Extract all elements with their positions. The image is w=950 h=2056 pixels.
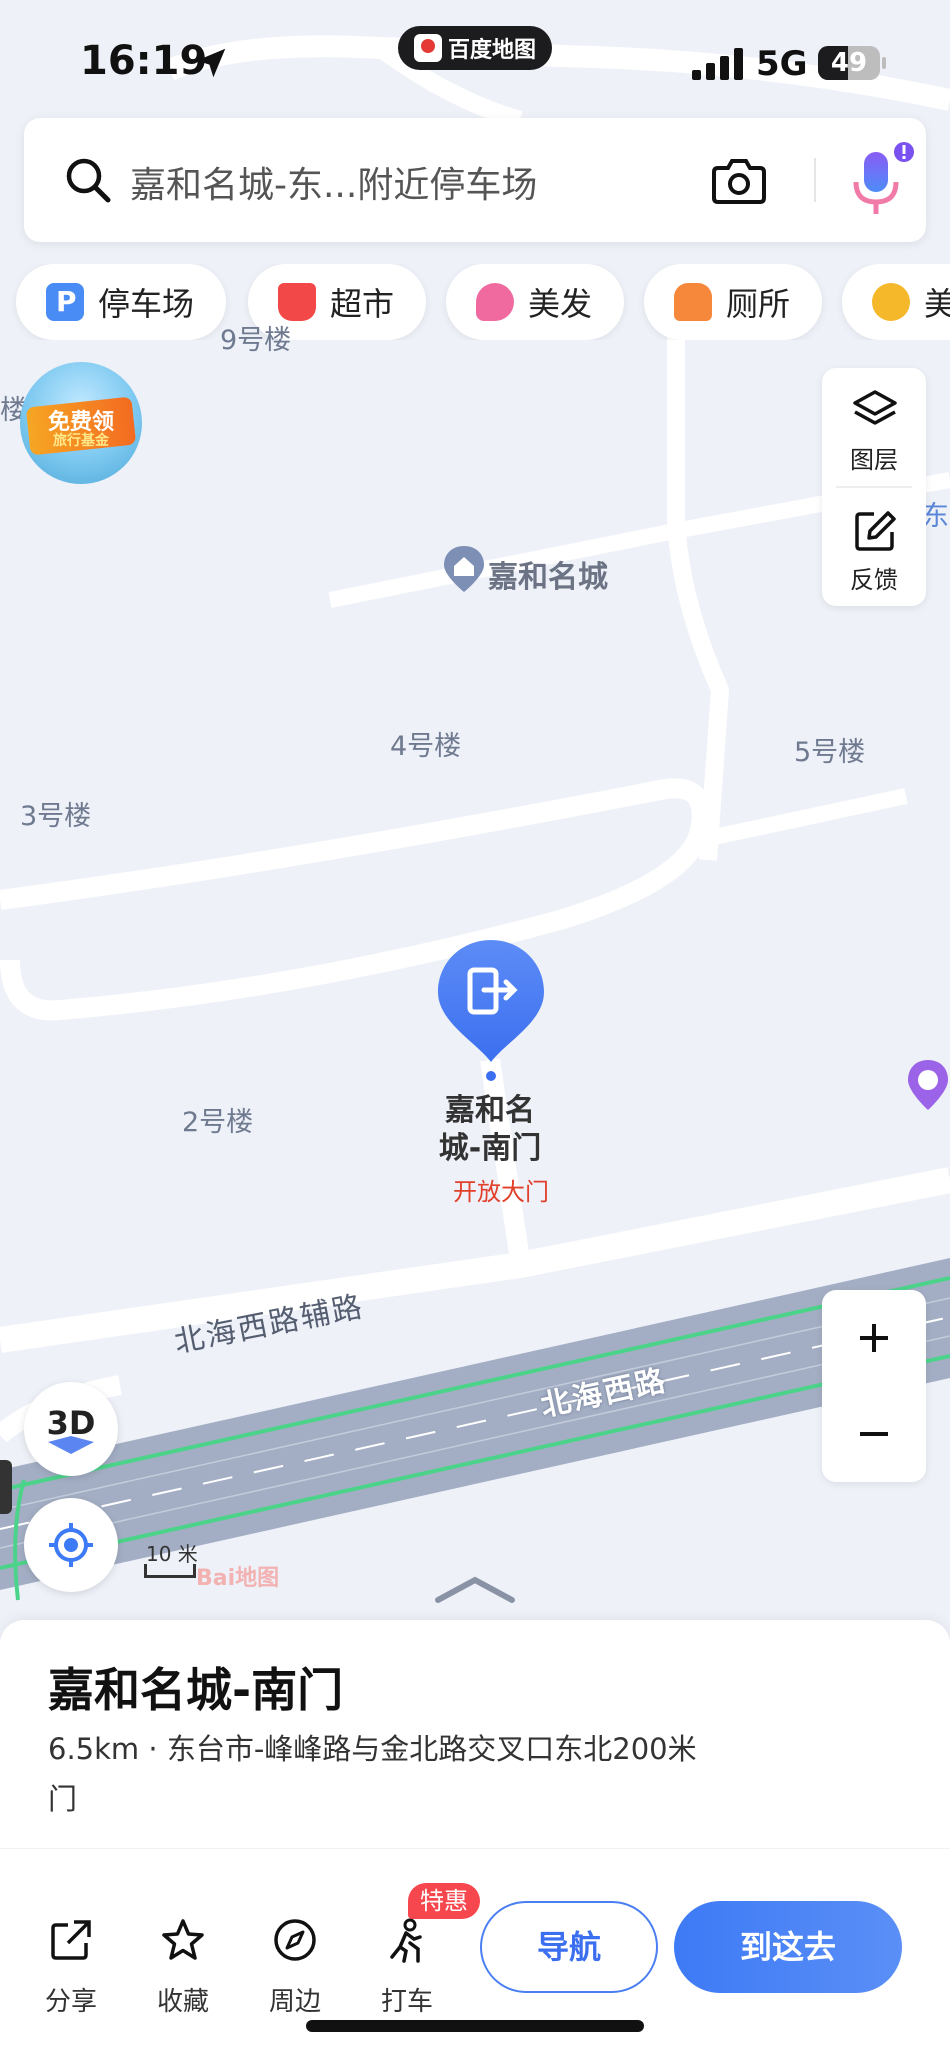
voice-assistant-icon[interactable]	[846, 140, 916, 222]
community-poi-label[interactable]: 嘉和名城	[488, 552, 608, 596]
taxi-icon	[390, 1918, 422, 1963]
taxi-discount-badge: 特惠	[408, 1883, 480, 1919]
building-label: 3号楼	[20, 801, 92, 832]
building-label: 4号楼	[390, 731, 462, 762]
gate-pin-icon[interactable]	[436, 938, 546, 1084]
food-icon	[872, 283, 910, 321]
nearby-label: 周边	[268, 1987, 321, 2017]
network-type: 5G	[756, 44, 808, 84]
traffic-light-icon	[0, 1460, 12, 1514]
search-bar[interactable]: 嘉和名城-东...附近停车场	[24, 118, 926, 242]
taxi-label: 打车	[380, 1987, 433, 2017]
chip-food[interactable]: 美	[842, 264, 950, 340]
address-line: 6.5km · 东台市-峰峰路与金北路交叉口东北200米	[48, 1732, 697, 1766]
chip-label: 厕所	[726, 285, 791, 323]
building-label: 9号楼	[220, 325, 292, 356]
layers-button[interactable]: 图层	[822, 368, 926, 486]
crosshair-icon	[49, 1523, 93, 1567]
favorite-button[interactable]: 收藏	[138, 1909, 228, 2019]
map-scale: 10 米	[144, 1538, 200, 1582]
edit-icon	[855, 511, 896, 551]
go-here-button[interactable]: 到这去	[674, 1901, 902, 1993]
toilet-icon	[674, 283, 712, 321]
locate-me-button[interactable]	[24, 1498, 118, 1592]
gate-pin-title: 嘉和名 城-南门	[420, 1092, 560, 1168]
feedback-button[interactable]: 反馈	[822, 488, 926, 606]
status-bar: 16:19 百度地图 5G 49	[0, 0, 950, 120]
signal-icon	[692, 48, 743, 80]
home-indicator	[306, 2020, 644, 2032]
category-chips: P 停车场 超市 美发 厕所 美	[0, 264, 950, 340]
baidu-map-logo-icon	[413, 34, 442, 62]
layers-icon	[853, 390, 897, 425]
feedback-label: 反馈	[850, 566, 898, 594]
attraction-poi-icon[interactable]	[906, 1058, 950, 1112]
chip-label: 美	[924, 285, 950, 323]
favorite-label: 收藏	[156, 1987, 209, 2017]
location-arrow-icon	[196, 48, 226, 78]
scale-label: 10 米	[146, 1542, 198, 1566]
camera-icon[interactable]	[712, 154, 766, 206]
plus-icon	[860, 1324, 888, 1352]
promo-subtitle: 旅行基金	[53, 433, 109, 449]
status-time: 16:19	[80, 38, 208, 84]
layers-label: 图层	[850, 446, 898, 474]
3d-plane-icon	[48, 1436, 94, 1454]
gate-pin-subtitle: 开放大门	[453, 1178, 549, 1206]
compass-icon	[274, 1919, 316, 1961]
battery-cap	[882, 57, 886, 69]
parking-icon: P	[46, 283, 84, 321]
share-icon	[51, 1920, 91, 1960]
minus-icon	[860, 1432, 888, 1436]
share-label: 分享	[44, 1987, 97, 2017]
zoom-controls	[822, 1290, 926, 1482]
search-divider	[814, 158, 816, 202]
chip-label: 停车场	[98, 285, 195, 323]
pin-title-line2: 城-南门	[438, 1131, 542, 1166]
search-input[interactable]: 嘉和名城-东...附近停车场	[130, 156, 537, 208]
place-detail-sheet: 嘉和名城-南门 6.5km · 东台市-峰峰路与金北路交叉口东北200米 门 分…	[0, 1576, 950, 2056]
share-button[interactable]: 分享	[26, 1909, 116, 2019]
scale-bar	[144, 1564, 196, 1578]
star-icon	[162, 1919, 204, 1960]
battery-indicator: 49	[818, 46, 886, 80]
building-label: 2号楼	[182, 1107, 254, 1138]
hair-icon	[476, 283, 514, 321]
building-label: 5号楼	[794, 737, 866, 768]
battery-level: 49	[830, 48, 868, 78]
promo-bubble[interactable]: 免费领 旅行基金	[20, 362, 142, 484]
taxi-button[interactable]: 打车	[362, 1909, 452, 2019]
navigate-button[interactable]: 导航	[480, 1901, 658, 1993]
building-label: 东	[922, 501, 949, 532]
search-icon	[66, 158, 111, 203]
place-title: 嘉和名城-南门	[48, 1663, 344, 1717]
zoom-in-button[interactable]	[822, 1290, 926, 1386]
app-pill[interactable]: 百度地图	[398, 26, 552, 70]
chip-parking[interactable]: P 停车场	[16, 264, 226, 340]
app-pill-label: 百度地图	[447, 38, 536, 63]
address-line: 门	[48, 1782, 78, 1816]
chip-toilet[interactable]: 厕所	[644, 264, 822, 340]
community-poi-icon[interactable]	[442, 544, 486, 594]
chip-hair[interactable]: 美发	[446, 264, 624, 340]
cart-icon	[278, 283, 316, 321]
nearby-button[interactable]: 周边	[250, 1909, 340, 2019]
map-watermark: Bai地图	[196, 1566, 280, 1591]
zoom-out-button[interactable]	[822, 1386, 926, 1482]
chip-label: 超市	[330, 285, 395, 323]
chevron-up-icon[interactable]	[434, 1574, 516, 1604]
map-tools-panel: 图层 反馈	[822, 368, 926, 606]
pin-title-line1: 嘉和名	[445, 1093, 535, 1128]
chip-label: 美发	[528, 285, 593, 323]
place-address: 6.5km · 东台市-峰峰路与金北路交叉口东北200米 门	[48, 1724, 748, 1824]
3d-toggle-button[interactable]: 3D	[24, 1382, 118, 1476]
